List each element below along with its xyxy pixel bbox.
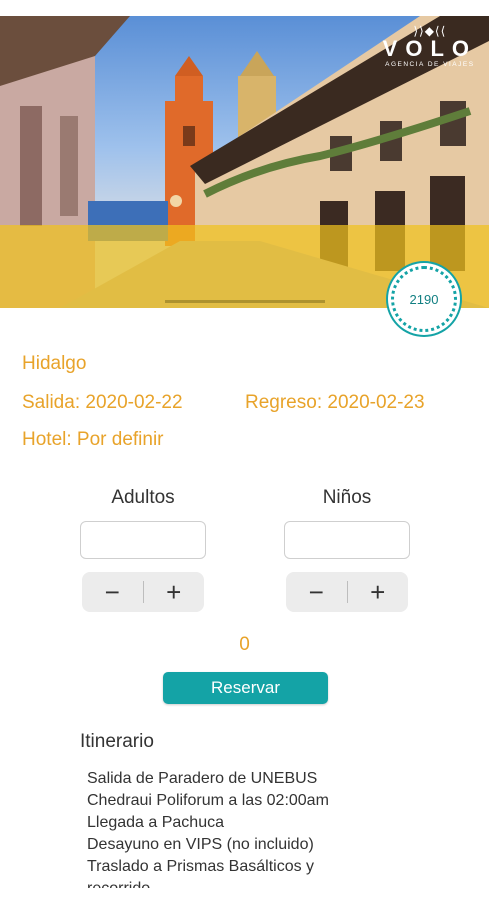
itinerary-line: Chedraui Poliforum a las 02:00am — [87, 792, 329, 809]
children-label: Niños — [322, 487, 372, 508]
itinerary-line: Llegada a Pachuca — [87, 814, 224, 831]
adults-stepper: − + — [82, 572, 204, 612]
reserve-button[interactable]: Reservar — [163, 672, 328, 704]
adults-counter: Adultos − + — [80, 487, 206, 612]
adults-label: Adultos — [111, 487, 175, 508]
hotel-text: Hotel: Por definir — [22, 429, 164, 450]
adults-plus-button[interactable]: + — [144, 572, 205, 612]
destination-text: Hidalgo — [22, 353, 87, 374]
itinerary-line: Traslado a Prismas Basálticos y — [87, 858, 315, 875]
itinerary-title: Itinerario — [80, 731, 154, 752]
children-minus-button[interactable]: − — [286, 572, 347, 612]
itinerary-line: Desayuno en VIPS (no incluido) — [87, 836, 314, 853]
volo-logo: ⟩⟩◆⟨⟨ VOLO AGENCIA DE VIAJES — [382, 24, 477, 68]
adults-minus-button[interactable]: − — [82, 572, 143, 612]
itinerary-line: Salida de Paradero de UNEBUS — [87, 770, 318, 787]
departure-date: Salida: 2020-02-22 — [22, 392, 183, 413]
children-plus-button[interactable]: + — [348, 572, 409, 612]
hero-image: ⟩⟩◆⟨⟨ VOLO AGENCIA DE VIAJES — [0, 16, 489, 308]
price-badge: 2190 — [391, 266, 457, 332]
children-stepper: − + — [286, 572, 408, 612]
total-price: 0 — [239, 634, 250, 655]
itinerary-line: recorrido — [87, 878, 407, 888]
return-date: Regreso: 2020-02-23 — [245, 392, 425, 413]
itinerary-text: Salida de Paradero de UNEBUS Chedraui Po… — [87, 768, 407, 888]
children-input[interactable] — [284, 521, 410, 559]
adults-input[interactable] — [80, 521, 206, 559]
children-counter: Niños − + — [284, 487, 410, 612]
